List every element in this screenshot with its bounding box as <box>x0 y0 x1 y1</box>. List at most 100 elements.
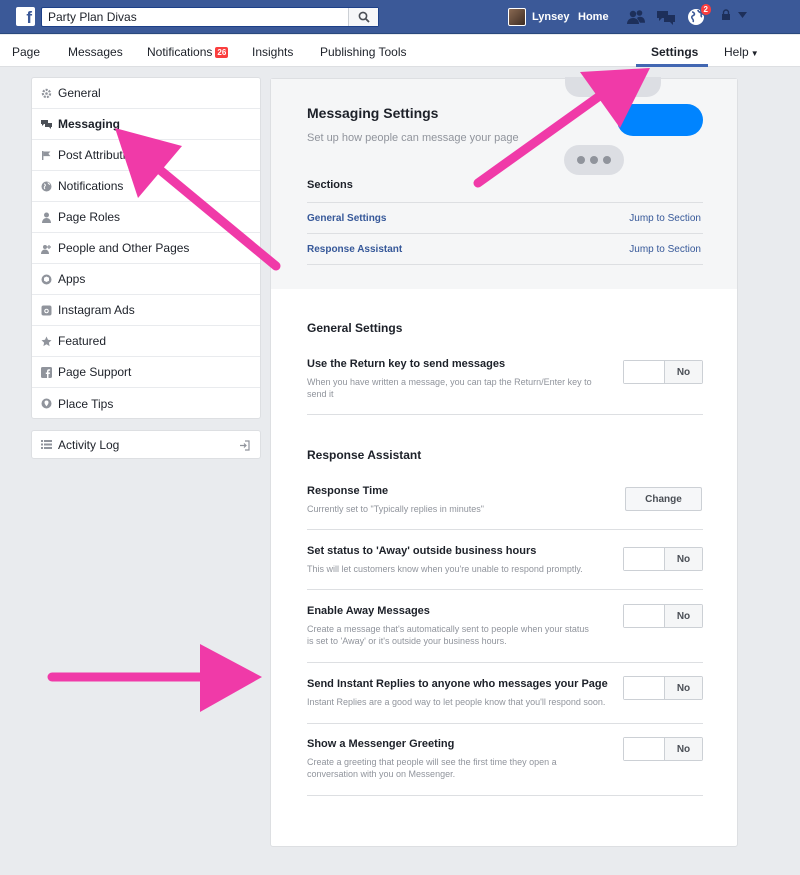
tab-insights[interactable]: Insights <box>252 45 293 59</box>
setting-description: Currently set to "Typically replies in m… <box>307 504 484 514</box>
page-title: Messaging Settings <box>307 105 439 121</box>
sidebar-item-general[interactable]: General <box>32 78 260 109</box>
setting-description: Create a greeting that people will see t… <box>307 757 557 779</box>
sidebar-item-featured[interactable]: Featured <box>32 326 260 357</box>
divider <box>307 723 703 724</box>
away-status-toggle[interactable]: No <box>623 547 703 571</box>
lock-icon <box>722 9 730 20</box>
general-settings-heading: General Settings <box>307 321 403 335</box>
instant-replies-toggle[interactable]: No <box>623 676 703 700</box>
sidebar-item-label: Notifications <box>58 179 124 193</box>
search-input[interactable] <box>42 8 342 26</box>
sidebar-item-messaging[interactable]: Messaging <box>32 109 260 140</box>
sidebar-item-label: Page Support <box>58 365 132 379</box>
sidebar-item-label: General <box>58 86 101 100</box>
facebook-icon <box>41 366 52 378</box>
profile-link[interactable]: Lynsey <box>508 6 570 28</box>
return-key-toggle[interactable]: No <box>623 360 703 384</box>
divider <box>307 795 703 796</box>
list-icon <box>41 439 52 450</box>
sidebar-item-label: Page Roles <box>58 210 121 224</box>
arrow-to-instant-replies <box>47 644 262 712</box>
setting-description: Create a message that's automatically se… <box>307 624 589 646</box>
setting-description: This will let customers know when you're… <box>307 564 583 574</box>
toggle-value: No <box>665 738 702 760</box>
person-icon <box>41 212 52 223</box>
typing-indicator-illustration <box>564 145 624 175</box>
friend-requests-icon[interactable] <box>626 7 646 27</box>
tab-messages[interactable]: Messages <box>68 45 123 59</box>
chat-bubble-illustration <box>617 104 703 136</box>
tab-settings[interactable]: Settings <box>651 45 698 59</box>
sidebar-item-instagram-ads[interactable]: Instagram Ads <box>32 295 260 326</box>
sidebar-item-label: Messaging <box>58 117 121 131</box>
setting-description: Instant Replies are a good way to let pe… <box>307 697 606 707</box>
sidebar-item-post-attribution[interactable]: Post Attribution <box>32 140 260 171</box>
toggle-value: No <box>665 548 702 570</box>
sidebar-item-label: Apps <box>58 272 86 286</box>
sidebar-item-page-support[interactable]: Page Support <box>32 357 260 388</box>
chat-icon <box>41 119 52 130</box>
sidebar-item-place-tips[interactable]: Place Tips <box>32 388 260 419</box>
divider <box>307 662 703 663</box>
messaging-settings-panel: Messaging Settings Set up how people can… <box>270 77 738 847</box>
messenger-greeting-toggle[interactable]: No <box>623 737 703 761</box>
jump-to-section-link[interactable]: Jump to Section <box>629 244 701 255</box>
divider <box>307 414 703 415</box>
people-icon <box>41 243 52 254</box>
facebook-logo-icon[interactable]: f <box>16 7 35 26</box>
sidebar-item-apps[interactable]: Apps <box>32 264 260 295</box>
location-icon <box>41 398 52 409</box>
account-menu[interactable] <box>720 9 747 21</box>
section-row: Response Assistant Jump to Section <box>307 233 703 264</box>
search-button[interactable] <box>348 8 378 26</box>
active-tab-indicator <box>636 64 708 67</box>
sidebar-item-page-roles[interactable]: Page Roles <box>32 202 260 233</box>
sidebar-item-label: People and Other Pages <box>58 241 190 255</box>
flag-icon <box>41 150 52 161</box>
sidebar-item-label: Featured <box>58 334 107 348</box>
tab-publishing-tools[interactable]: Publishing Tools <box>320 45 407 59</box>
top-bar: f Lynsey Home 2 <box>0 0 800 34</box>
activity-log-link[interactable]: Activity Log <box>31 430 261 459</box>
sidebar-item-people-and-other-pages[interactable]: People and Other Pages <box>32 233 260 264</box>
away-messages-toggle[interactable]: No <box>623 604 703 628</box>
section-link-general-settings[interactable]: General Settings <box>307 213 386 224</box>
messaging-settings-header: Messaging Settings Set up how people can… <box>271 77 737 289</box>
chat-bubble-illustration <box>565 77 661 97</box>
toggle-value: No <box>665 677 702 699</box>
tab-notifications[interactable]: Notifications 26 <box>147 45 229 59</box>
toggle-value: No <box>665 361 702 383</box>
sidebar-item-notifications[interactable]: Notifications <box>32 171 260 202</box>
exit-icon <box>239 440 250 454</box>
change-button[interactable]: Change <box>625 487 702 511</box>
response-assistant-heading: Response Assistant <box>307 448 422 462</box>
chevron-down-icon: ▼ <box>750 49 759 58</box>
tab-help[interactable]: Help ▼ <box>724 45 759 59</box>
messages-icon[interactable] <box>656 7 676 27</box>
section-link-response-assistant[interactable]: Response Assistant <box>307 244 402 255</box>
notification-badge: 2 <box>699 3 712 16</box>
tab-page[interactable]: Page <box>12 45 40 59</box>
camera-icon <box>41 305 52 316</box>
home-link[interactable]: Home <box>578 11 609 23</box>
divider <box>307 529 703 530</box>
divider <box>307 589 703 590</box>
setting-description: When you have written a message, you can… <box>307 377 592 399</box>
page-subtitle: Set up how people can message your page <box>307 132 519 144</box>
jump-to-section-link[interactable]: Jump to Section <box>629 213 701 224</box>
star-icon <box>41 336 52 347</box>
user-name: Lynsey <box>532 11 570 23</box>
tab-help-label: Help <box>724 45 749 59</box>
divider <box>307 264 703 265</box>
search-icon <box>358 11 370 23</box>
globe-icon[interactable]: 2 <box>686 3 712 27</box>
settings-sidebar: General Messaging Post Attribution Notif… <box>31 77 261 419</box>
cube-icon <box>41 274 52 285</box>
search-box[interactable] <box>41 7 379 27</box>
notifications-count-badge: 26 <box>215 47 229 58</box>
page-nav: Page Messages Notifications 26 Insights P… <box>0 35 800 67</box>
activity-log-label: Activity Log <box>58 437 120 452</box>
chevron-down-icon <box>738 12 747 18</box>
toggle-value: No <box>665 605 702 627</box>
